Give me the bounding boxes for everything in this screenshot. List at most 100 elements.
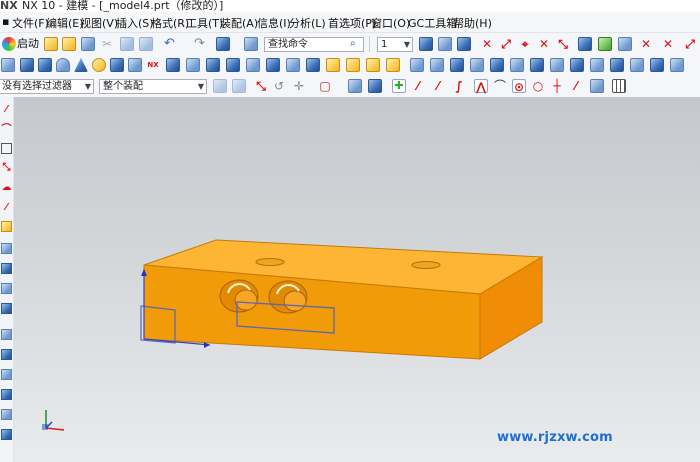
filter-icon[interactable] [232, 79, 246, 93]
emboss-icon[interactable] [550, 58, 564, 72]
menu-help[interactable]: 帮助(H) [453, 15, 492, 31]
hole-icon[interactable] [110, 58, 124, 72]
ruled-icon[interactable] [1, 369, 12, 380]
intersect-icon[interactable] [206, 58, 220, 72]
offset-face-icon[interactable] [386, 58, 400, 72]
thicken-icon[interactable] [410, 58, 424, 72]
point-on-face-icon[interactable]: ⁄ [569, 79, 583, 93]
patch-icon[interactable] [590, 58, 604, 72]
start-icon[interactable] [2, 37, 16, 51]
trim-body-icon[interactable] [306, 58, 320, 72]
shell-icon[interactable] [266, 58, 280, 72]
type-filter-select[interactable]: 没有选择过滤器 ▼ [0, 79, 94, 94]
grid-icon[interactable] [612, 79, 626, 93]
top-hole-left[interactable] [255, 258, 285, 266]
delete-face-icon[interactable] [470, 58, 484, 72]
new-file-icon[interactable] [44, 37, 58, 51]
arc-icon[interactable]: ⌒ [1, 123, 12, 135]
polygon-icon[interactable]: ⤡ [1, 161, 12, 173]
quadrant-point-icon[interactable]: ⊙ [512, 79, 526, 94]
menu-file-icon[interactable]: ▪ [2, 15, 9, 28]
project-curve-icon[interactable] [1, 243, 12, 254]
draft-icon[interactable] [286, 58, 300, 72]
menu-assembly[interactable]: 装配(A) [220, 15, 258, 31]
command-finder-icon[interactable] [216, 37, 230, 51]
sphere-icon[interactable] [92, 58, 106, 72]
pattern-icon[interactable] [346, 58, 360, 72]
edge-blend-icon[interactable] [226, 58, 240, 72]
menu-edit[interactable]: 编辑(E) [46, 15, 84, 31]
save-icon[interactable] [81, 37, 95, 51]
render-style-icon[interactable] [368, 79, 382, 93]
snap-icon[interactable]: ✕ [639, 37, 653, 51]
end-point-icon[interactable]: ⁄ [411, 79, 425, 93]
unite-icon[interactable] [166, 58, 180, 72]
front-hole-right[interactable] [268, 280, 308, 314]
move-to-layer-icon[interactable] [438, 37, 452, 51]
paste-icon[interactable] [139, 37, 153, 51]
offset-curve-icon[interactable] [1, 221, 12, 232]
trim-curve-icon[interactable]: ⁄ [1, 201, 12, 213]
copy-icon[interactable] [120, 37, 134, 51]
control-point-icon[interactable]: ∫ [452, 79, 466, 93]
arc-center-icon[interactable]: ⌒ [493, 79, 507, 93]
select-icon[interactable] [244, 37, 258, 51]
fill-surface-icon[interactable] [1, 429, 12, 440]
rib-icon[interactable] [570, 58, 584, 72]
rotate-icon[interactable]: ✛ [294, 79, 308, 93]
sketch-icon[interactable] [1, 58, 15, 72]
existing-point-icon[interactable]: ┼ [550, 79, 564, 93]
general-selection-icon[interactable] [213, 79, 227, 93]
hide-icon[interactable] [618, 37, 632, 51]
mid-point-icon[interactable]: ⁄ [431, 79, 445, 93]
resize-face-icon[interactable] [510, 58, 524, 72]
show-hide-icon[interactable] [598, 37, 612, 51]
view-orient-icon[interactable] [348, 79, 362, 93]
wcs-icon[interactable] [578, 37, 592, 51]
redo-icon[interactable]: ↷ [194, 37, 208, 51]
section-curve-icon[interactable] [1, 283, 12, 294]
front-hole-left[interactable] [219, 279, 259, 313]
graphics-window[interactable] [14, 97, 700, 462]
menu-file[interactable]: 文件(F) [12, 15, 49, 31]
datum-axis-icon[interactable]: ⤢ [499, 37, 513, 51]
menu-analysis[interactable]: 分析(L) [289, 15, 326, 31]
menu-preferences[interactable]: 首选项(P) [328, 15, 376, 31]
subtract-icon[interactable] [186, 58, 200, 72]
studio-surface-icon[interactable] [1, 389, 12, 400]
raster-icon[interactable]: ✕ [537, 37, 551, 51]
layer-select[interactable]: 1 ▼ [377, 37, 413, 52]
move-face-icon[interactable] [490, 58, 504, 72]
search-icon[interactable]: ⌕ [350, 38, 364, 52]
copy-to-layer-icon[interactable] [457, 37, 471, 51]
promote-icon[interactable] [630, 58, 644, 72]
menu-window[interactable]: 窗口(O) [371, 15, 410, 31]
bounded-grid-icon[interactable] [590, 79, 604, 93]
selection-intent-icon[interactable]: ↺ [274, 79, 288, 93]
point-icon[interactable]: ✕ [480, 37, 494, 51]
measure-icon[interactable]: ⤢ [683, 37, 697, 51]
extrude-icon[interactable] [20, 58, 34, 72]
bridge-curve-icon[interactable] [1, 303, 12, 314]
split-body-icon[interactable] [326, 58, 340, 72]
menu-insert[interactable]: 插入(S) [116, 15, 154, 31]
menu-gc-toolbox[interactable]: GC工具箱 [408, 15, 457, 31]
selection-scope-select[interactable]: 整个装配 ▼ [99, 79, 207, 94]
enable-snap-icon[interactable]: ✚ [392, 79, 406, 93]
boss-icon[interactable] [128, 58, 142, 72]
cone-icon[interactable] [74, 58, 88, 72]
start-button[interactable]: 启动 [17, 37, 39, 51]
wrap-icon[interactable] [650, 58, 664, 72]
block-icon[interactable] [38, 58, 52, 72]
top-hole-right[interactable] [411, 261, 441, 269]
rectangle-select-icon[interactable]: ▢ [318, 79, 332, 93]
sew-icon[interactable] [430, 58, 444, 72]
rectangle-icon[interactable] [1, 143, 12, 154]
replace-face-icon[interactable] [450, 58, 464, 72]
cylinder-icon[interactable] [56, 58, 70, 72]
clip-icon[interactable]: ✕ [661, 37, 675, 51]
nx-feature-icon[interactable]: NX [146, 58, 160, 72]
pull-face-icon[interactable] [530, 58, 544, 72]
datum-plane-icon[interactable]: ⤡ [556, 37, 570, 51]
chamfer-icon[interactable] [246, 58, 260, 72]
